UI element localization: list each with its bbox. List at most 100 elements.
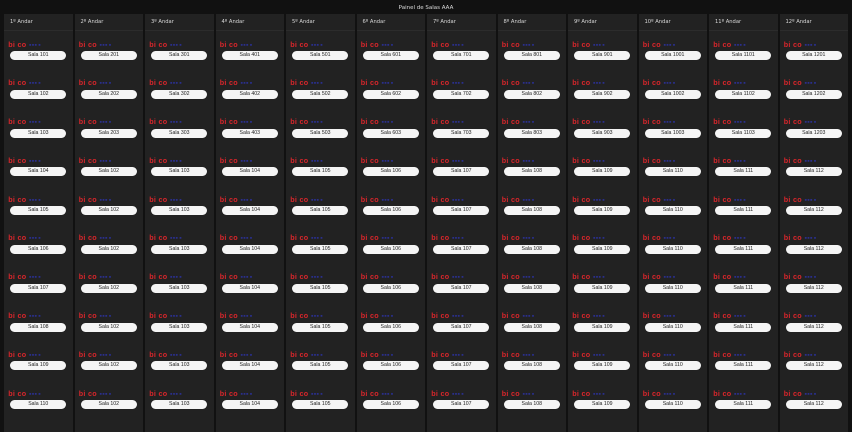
room-button-f2-r10[interactable]: Sala 102	[80, 400, 137, 410]
room-button-f6-r8[interactable]: Sala 106	[362, 322, 419, 332]
room-button-f8-r4[interactable]: Sala 108	[503, 167, 560, 177]
room-button-f5-r5[interactable]: Sala 105	[292, 206, 349, 216]
room-button-f11-r6[interactable]: Sala 111	[715, 244, 772, 254]
room-button-f12-r8[interactable]: Sala 112	[785, 322, 842, 332]
room-button-f5-r6[interactable]: Sala 105	[292, 244, 349, 254]
room-button-f9-r2[interactable]: Sala 902	[574, 89, 631, 99]
room-button-f10-r1[interactable]: Sala 1001	[644, 51, 701, 60]
room-button-f7-r1[interactable]: Sala 701	[433, 51, 490, 60]
room-button-f8-r7[interactable]: Sala 108	[503, 283, 560, 293]
room-button-f4-r1[interactable]: Sala 401	[221, 51, 278, 60]
room-button-f8-r1[interactable]: Sala 801	[503, 51, 560, 60]
room-button-f8-r2[interactable]: Sala 802	[503, 89, 560, 99]
room-button-f2-r1[interactable]: Sala 201	[80, 51, 137, 60]
room-button-f10-r9[interactable]: Sala 110	[644, 361, 701, 371]
room-button-f10-r8[interactable]: Sala 110	[644, 322, 701, 332]
room-button-f4-r10[interactable]: Sala 104	[221, 400, 278, 410]
room-button-f6-r7[interactable]: Sala 106	[362, 283, 419, 293]
room-button-f3-r7[interactable]: Sala 103	[151, 283, 208, 293]
room-button-f7-r7[interactable]: Sala 107	[433, 283, 490, 293]
room-button-f12-r6[interactable]: Sala 112	[785, 244, 842, 254]
room-button-f3-r6[interactable]: Sala 103	[151, 244, 208, 254]
room-button-f1-r4[interactable]: Sala 104	[10, 167, 67, 177]
room-button-f6-r1[interactable]: Sala 601	[362, 51, 419, 60]
room-button-f3-r3[interactable]: Sala 303	[151, 128, 208, 138]
room-button-f1-r9[interactable]: Sala 109	[10, 361, 67, 371]
room-button-f10-r6[interactable]: Sala 110	[644, 244, 701, 254]
room-button-f11-r1[interactable]: Sala 1101	[715, 51, 772, 60]
room-button-f2-r7[interactable]: Sala 102	[80, 283, 137, 293]
room-button-f6-r10[interactable]: Sala 106	[362, 400, 419, 410]
room-button-f5-r8[interactable]: Sala 105	[292, 322, 349, 332]
room-button-f12-r4[interactable]: Sala 112	[785, 167, 842, 177]
room-button-f12-r9[interactable]: Sala 112	[785, 361, 842, 371]
room-button-f4-r2[interactable]: Sala 402	[221, 89, 278, 99]
room-button-f11-r7[interactable]: Sala 111	[715, 283, 772, 293]
room-button-f5-r9[interactable]: Sala 105	[292, 361, 349, 371]
room-button-f11-r2[interactable]: Sala 1102	[715, 89, 772, 99]
room-button-f12-r3[interactable]: Sala 1203	[785, 128, 842, 138]
room-button-f10-r4[interactable]: Sala 110	[644, 167, 701, 177]
room-button-f3-r4[interactable]: Sala 103	[151, 167, 208, 177]
room-button-f10-r10[interactable]: Sala 110	[644, 400, 701, 410]
room-button-f4-r9[interactable]: Sala 104	[221, 361, 278, 371]
room-button-f2-r2[interactable]: Sala 202	[80, 89, 137, 99]
room-button-f2-r9[interactable]: Sala 102	[80, 361, 137, 371]
room-button-f7-r2[interactable]: Sala 702	[433, 89, 490, 99]
room-button-f2-r8[interactable]: Sala 102	[80, 322, 137, 332]
room-button-f9-r4[interactable]: Sala 109	[574, 167, 631, 177]
room-button-f1-r6[interactable]: Sala 106	[10, 244, 67, 254]
room-button-f10-r5[interactable]: Sala 110	[644, 206, 701, 216]
room-button-f1-r10[interactable]: Sala 110	[10, 400, 67, 410]
room-button-f9-r10[interactable]: Sala 109	[574, 400, 631, 410]
room-button-f7-r5[interactable]: Sala 107	[433, 206, 490, 216]
room-button-f11-r8[interactable]: Sala 111	[715, 322, 772, 332]
room-button-f5-r3[interactable]: Sala 503	[292, 128, 349, 138]
room-button-f8-r6[interactable]: Sala 108	[503, 244, 560, 254]
room-button-f5-r7[interactable]: Sala 105	[292, 283, 349, 293]
room-button-f6-r9[interactable]: Sala 106	[362, 361, 419, 371]
room-button-f2-r3[interactable]: Sala 203	[80, 128, 137, 138]
room-button-f1-r1[interactable]: Sala 101	[10, 51, 67, 60]
room-button-f2-r5[interactable]: Sala 102	[80, 206, 137, 216]
room-button-f3-r9[interactable]: Sala 103	[151, 361, 208, 371]
room-button-f7-r8[interactable]: Sala 107	[433, 322, 490, 332]
room-button-f6-r6[interactable]: Sala 106	[362, 244, 419, 254]
room-button-f2-r4[interactable]: Sala 102	[80, 167, 137, 177]
room-button-f1-r3[interactable]: Sala 103	[10, 128, 67, 138]
room-button-f10-r3[interactable]: Sala 1003	[644, 128, 701, 138]
room-button-f7-r10[interactable]: Sala 107	[433, 400, 490, 410]
room-button-f12-r1[interactable]: Sala 1201	[785, 51, 842, 60]
room-button-f8-r8[interactable]: Sala 108	[503, 322, 560, 332]
room-button-f7-r3[interactable]: Sala 703	[433, 128, 490, 138]
room-button-f6-r3[interactable]: Sala 603	[362, 128, 419, 138]
room-button-f9-r6[interactable]: Sala 109	[574, 244, 631, 254]
room-button-f3-r10[interactable]: Sala 103	[151, 400, 208, 410]
room-button-f5-r4[interactable]: Sala 105	[292, 167, 349, 177]
room-button-f9-r7[interactable]: Sala 109	[574, 283, 631, 293]
room-button-f3-r2[interactable]: Sala 302	[151, 89, 208, 99]
room-button-f6-r5[interactable]: Sala 106	[362, 206, 419, 216]
room-button-f12-r5[interactable]: Sala 112	[785, 206, 842, 216]
room-button-f9-r5[interactable]: Sala 109	[574, 206, 631, 216]
room-button-f7-r4[interactable]: Sala 107	[433, 167, 490, 177]
room-button-f9-r9[interactable]: Sala 109	[574, 361, 631, 371]
room-button-f4-r8[interactable]: Sala 104	[221, 322, 278, 332]
room-button-f3-r8[interactable]: Sala 103	[151, 322, 208, 332]
room-button-f10-r7[interactable]: Sala 110	[644, 283, 701, 293]
room-button-f1-r7[interactable]: Sala 107	[10, 283, 67, 293]
room-button-f9-r3[interactable]: Sala 903	[574, 128, 631, 138]
room-button-f8-r10[interactable]: Sala 108	[503, 400, 560, 410]
room-button-f12-r10[interactable]: Sala 112	[785, 400, 842, 410]
room-button-f8-r5[interactable]: Sala 108	[503, 206, 560, 216]
room-button-f4-r4[interactable]: Sala 104	[221, 167, 278, 177]
room-button-f4-r7[interactable]: Sala 104	[221, 283, 278, 293]
room-button-f4-r3[interactable]: Sala 403	[221, 128, 278, 138]
room-button-f8-r3[interactable]: Sala 803	[503, 128, 560, 138]
room-button-f6-r2[interactable]: Sala 602	[362, 89, 419, 99]
room-button-f6-r4[interactable]: Sala 106	[362, 167, 419, 177]
room-button-f12-r7[interactable]: Sala 112	[785, 283, 842, 293]
room-button-f5-r1[interactable]: Sala 501	[292, 51, 349, 60]
room-button-f11-r3[interactable]: Sala 1103	[715, 128, 772, 138]
room-button-f7-r6[interactable]: Sala 107	[433, 244, 490, 254]
